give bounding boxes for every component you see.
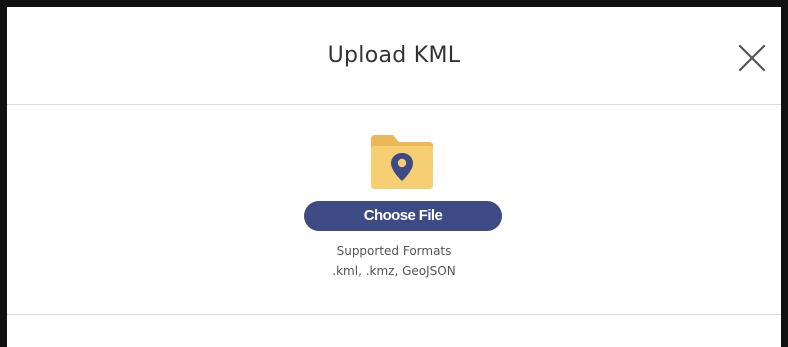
dialog-header: Upload KML — [7, 7, 781, 105]
close-icon — [738, 44, 766, 72]
supported-formats-label: Supported Formats — [336, 244, 452, 258]
choose-file-button[interactable]: Choose File — [304, 201, 502, 231]
close-button[interactable] — [735, 41, 769, 75]
footer-divider — [7, 314, 781, 315]
dialog-title: Upload KML — [327, 43, 461, 68]
dialog-body: Choose File Supported Formats .kml, .kmz… — [7, 105, 781, 314]
folder-location-pin-icon — [369, 133, 435, 191]
supported-formats-list: .kml, .kmz, GeoJSON — [332, 264, 456, 278]
upload-kml-dialog: Upload KML Choose File Supported Formats… — [0, 0, 788, 347]
